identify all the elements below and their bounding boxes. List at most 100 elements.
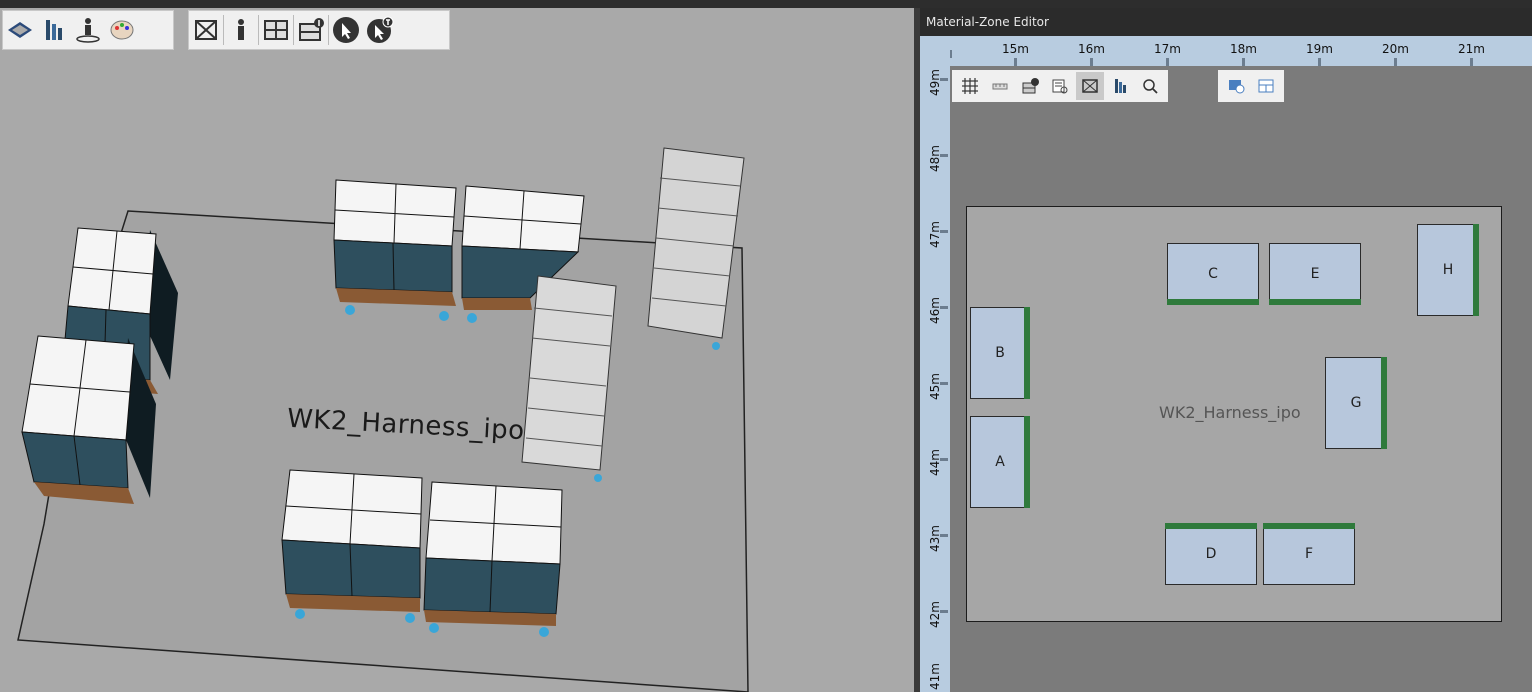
view-list-icon — [1052, 79, 1068, 94]
material-zone[interactable]: WK2_Harness_ipo A B C D E F G H — [966, 206, 1502, 622]
pallet-stack-green-1 — [333, 179, 457, 321]
ruler-x-label: 19m — [1306, 42, 1333, 56]
person-button[interactable] — [224, 12, 258, 48]
ruler-y-label: 46m — [928, 297, 942, 324]
app-window: WK2_Harness_ipo Material-Zone Editor 15m… — [0, 0, 1532, 692]
slot-f[interactable]: F — [1263, 523, 1355, 585]
ruler-tick — [1166, 58, 1169, 66]
ruler-tick — [940, 610, 948, 613]
layout-button[interactable] — [1252, 72, 1280, 100]
editor-canvas[interactable]: WK2_Harness_ipo A B C D E F G H — [950, 66, 1532, 692]
ruler-y-label: 48m — [928, 145, 942, 172]
ruler-y-label: 44m — [928, 449, 942, 476]
editor-toolbar-extra — [1218, 70, 1284, 102]
slot-edge — [1263, 523, 1355, 529]
ruler-y-label: 43m — [928, 525, 942, 552]
ruler-y-label: 45m — [928, 373, 942, 400]
3d-view[interactable]: WK2_Harness_ipo — [0, 8, 914, 692]
select-cursor-button[interactable] — [329, 12, 363, 48]
slot-e[interactable]: E — [1269, 243, 1361, 305]
ruler-tick — [940, 154, 948, 157]
ruler-tick — [940, 382, 948, 385]
ruler-corner — [920, 36, 950, 66]
ruler-y-label: 47m — [928, 221, 942, 248]
frame-mode-button[interactable] — [1076, 72, 1104, 100]
shelf-add-button[interactable] — [294, 12, 328, 48]
shelf-add-icon — [299, 18, 324, 41]
worker-platform-button[interactable] — [71, 12, 105, 48]
layers-button[interactable] — [1106, 72, 1134, 100]
person-platform-icon — [76, 18, 100, 43]
shelf-button[interactable] — [259, 12, 293, 48]
bars-icon — [46, 20, 62, 40]
slot-a[interactable]: A — [970, 416, 1030, 508]
frame-icon — [195, 20, 217, 40]
ruler-tick — [940, 534, 948, 537]
slot-edge — [1024, 416, 1030, 508]
ruler-tick — [1242, 58, 1245, 66]
pallet-stack-blue-1 — [281, 469, 423, 623]
layers-icon — [1115, 79, 1126, 93]
layout-icon — [1258, 79, 1274, 93]
ruler-y-label: 49m — [928, 69, 942, 96]
pallet-stack-blue-2 — [423, 481, 563, 637]
slot-h[interactable]: H — [1417, 224, 1479, 316]
slot-label: H — [1442, 262, 1454, 278]
ruler-x-label: 17m — [1154, 42, 1181, 56]
ruler-icon — [992, 83, 1008, 90]
text-cursor-button[interactable] — [363, 12, 397, 48]
zoom-button[interactable] — [1136, 72, 1164, 100]
cursor-text-icon — [367, 16, 394, 43]
ruler-tick — [1394, 58, 1397, 66]
cursor-icon — [333, 17, 359, 43]
stack-add-button[interactable] — [1016, 72, 1044, 100]
slot-edge — [1024, 307, 1030, 399]
3d-scene — [17, 147, 749, 692]
frame-icon — [1082, 79, 1098, 93]
ruler-vertical: 49m 48m 47m 46m 45m 44m 43m 42m 41m — [920, 66, 950, 692]
rack-front — [521, 275, 617, 482]
slot-edge — [1269, 299, 1361, 305]
export-button[interactable] — [1222, 72, 1250, 100]
slot-label: G — [1350, 395, 1362, 411]
slot-g[interactable]: G — [1325, 357, 1387, 449]
zoom-icon — [1143, 79, 1158, 94]
slot-c[interactable]: C — [1167, 243, 1259, 305]
slot-label: E — [1310, 266, 1320, 282]
stack-add-icon — [1022, 78, 1039, 94]
slot-edge — [1473, 224, 1479, 316]
3d-toolbar-view — [2, 10, 174, 50]
grid-toggle-button[interactable] — [956, 72, 984, 100]
editor-toolbar-main — [952, 70, 1168, 102]
ruler-horizontal: 15m 16m 17m 18m 19m 20m 21m — [950, 36, 1532, 66]
bars-view-button[interactable] — [37, 12, 71, 48]
ruler-tick — [950, 50, 952, 58]
slot-label: F — [1304, 546, 1314, 562]
slot-label: D — [1205, 546, 1217, 562]
ruler-tick — [1090, 58, 1093, 66]
editor-title: Material-Zone Editor — [920, 8, 1532, 36]
ruler-x-label: 21m — [1458, 42, 1485, 56]
ruler-x-label: 15m — [1002, 42, 1029, 56]
view-list-button[interactable] — [1046, 72, 1074, 100]
slot-label: C — [1208, 266, 1218, 282]
slot-b[interactable]: B — [970, 307, 1030, 399]
ruler-tick — [1014, 58, 1017, 66]
ruler-x-label: 20m — [1382, 42, 1409, 56]
layer-icon — [8, 22, 32, 38]
ruler-tick — [940, 230, 948, 233]
layer-view-button[interactable] — [3, 12, 37, 48]
export-icon — [1229, 80, 1245, 94]
slot-edge — [1167, 299, 1259, 305]
ruler-x-label: 18m — [1230, 42, 1257, 56]
shelf-icon — [264, 20, 288, 40]
3d-toolbar-objects — [188, 10, 450, 50]
ruler-tick — [940, 458, 948, 461]
slot-label: A — [995, 454, 1005, 470]
palette-button[interactable] — [105, 12, 139, 48]
zone-name: WK2_Harness_ipo — [1159, 403, 1301, 422]
measure-button[interactable] — [986, 72, 1014, 100]
slot-d[interactable]: D — [1165, 523, 1257, 585]
frame-button[interactable] — [189, 12, 223, 48]
slot-edge — [1381, 357, 1387, 449]
